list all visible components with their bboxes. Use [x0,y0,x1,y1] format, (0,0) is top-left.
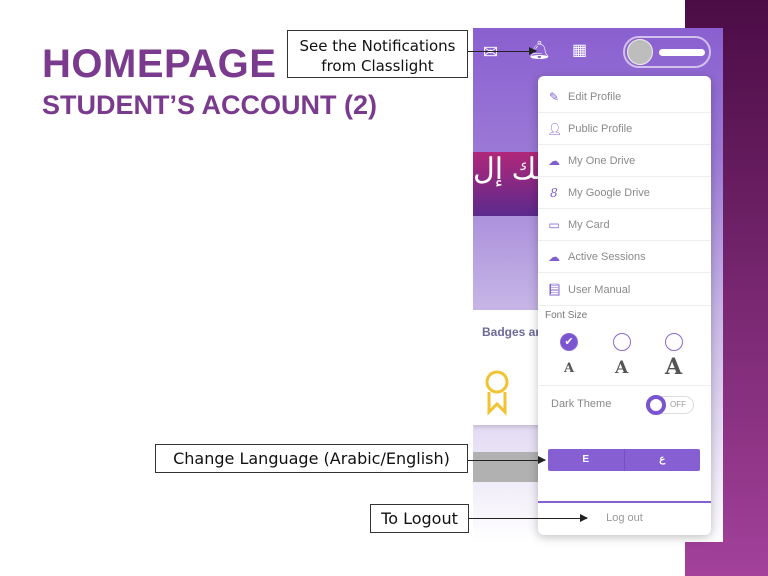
language-callout: Change Language (Arabic/English) [155,444,468,473]
arrow [468,47,537,55]
font-size-small-label: A [564,361,575,376]
card-icon: ▭ [548,217,560,232]
font-size-large-label: A [665,354,683,380]
logout-divider [538,501,711,503]
badge-icon [485,370,509,416]
logout-callout: To Logout [370,504,469,533]
cloud-icon: ☁ [548,153,560,168]
avatar [627,39,653,65]
profile-button[interactable] [623,36,711,68]
arrow [468,456,546,464]
menu-item-edit-profile[interactable]: ✎ Edit Profile [538,81,711,113]
language-english-button[interactable]: E [548,449,624,471]
font-size-small-radio[interactable]: ✔ [560,333,578,351]
menu-item-google-drive[interactable]: 8 My Google Drive [538,177,711,209]
book-icon: 📘︎ [547,282,563,297]
toggle-state: OFF [670,400,686,409]
menu-item-one-drive[interactable]: ☁ My One Drive [538,145,711,177]
dark-theme-toggle[interactable]: OFF [646,395,694,415]
menu-item-my-card[interactable]: ▭ My Card [538,209,711,241]
cloud-icon: ☁ [548,249,560,264]
user-name-redacted [659,49,705,56]
font-size-label: Font Size [545,310,588,321]
menu-item-label: My Card [568,218,610,231]
menu-item-label: My Google Drive [568,186,650,199]
building-icon[interactable]: ▦ [572,40,587,60]
font-size-large-radio[interactable] [665,333,683,351]
pencil-icon: ✎ [548,89,560,104]
mail-icon[interactable]: ✉ [483,42,498,63]
menu-item-label: User Manual [568,283,631,296]
menu-item-label: My One Drive [568,154,636,167]
profile-dropdown-menu: ✎ Edit Profile 👤︎ Public Profile ☁ My One D… [538,76,711,535]
card-title: Badges an [482,325,543,339]
notifications-callout: See the Notifications from Classlight [287,30,468,78]
slide-title: HOMEPAGE [42,42,277,86]
menu-item-label: Edit Profile [568,90,622,103]
menu-item-user-manual[interactable]: 📘︎ User Manual [538,274,711,306]
menu-item-label: Public Profile [568,122,633,135]
language-switcher: E ع [548,449,700,471]
font-size-medium-radio[interactable] [613,333,631,351]
menu-item-public-profile[interactable]: 👤︎ Public Profile [538,113,711,145]
language-arabic-button[interactable]: ع [623,449,701,471]
divider [538,385,711,386]
user-icon: 👤︎ [547,121,563,136]
menu-item-active-sessions[interactable]: ☁ Active Sessions [538,241,711,273]
font-size-medium-label: A [615,358,629,378]
arrow [469,514,588,522]
google-icon: 8 [550,185,558,200]
menu-item-label: Active Sessions [568,250,646,263]
dark-theme-label: Dark Theme [551,398,612,410]
slide-subtitle: STUDENT’S ACCOUNT (2) [42,90,377,120]
